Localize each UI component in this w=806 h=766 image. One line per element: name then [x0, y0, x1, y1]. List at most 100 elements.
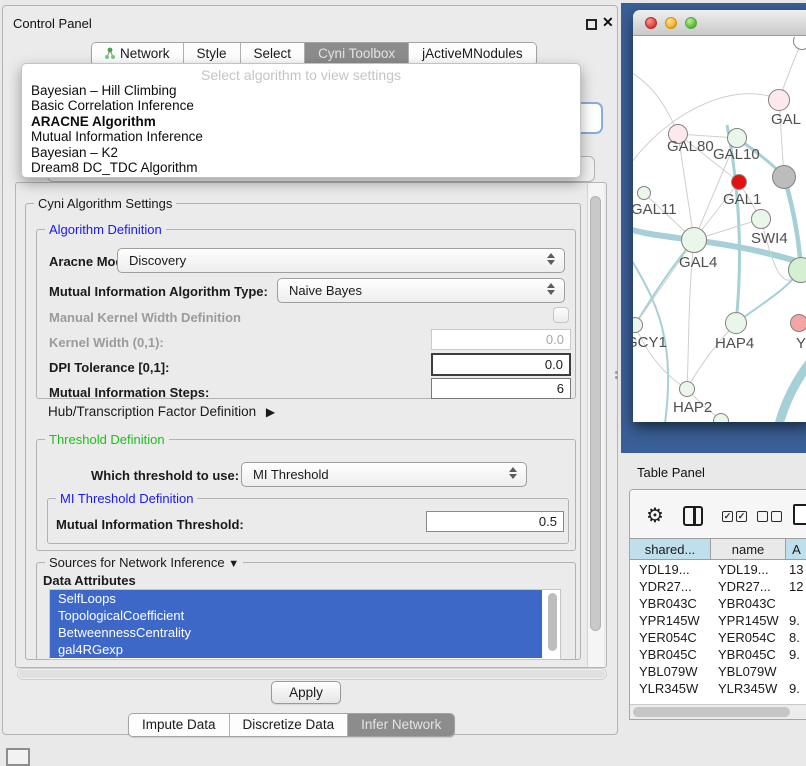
tab-style[interactable]: Style: [184, 43, 241, 65]
table-toolbar: ⚙ ✓✓: [630, 490, 806, 538]
hub-definition-toggle[interactable]: Hub/Transcription Factor Definition ▶: [48, 404, 275, 419]
tab-network[interactable]: Network: [92, 43, 184, 65]
mi-threshold-group: MI Threshold Definition Mutual Informati…: [47, 498, 569, 544]
expanded-arrow-icon: ▼: [228, 558, 239, 570]
network-node-gal11[interactable]: [637, 186, 651, 200]
data-attributes-label: Data Attributes: [43, 573, 136, 588]
tab-select[interactable]: Select: [241, 43, 306, 65]
column-header-cut[interactable]: A: [786, 539, 806, 559]
apply-button[interactable]: Apply: [271, 681, 341, 704]
table-body: YDL19...YDL19...13 YDR27...YDR27...12 YB…: [630, 561, 806, 700]
network-node-gal1-selected[interactable]: [731, 174, 747, 190]
table-row[interactable]: YBL079WYBL079W: [630, 663, 806, 680]
tab-infer-network[interactable]: Infer Network: [348, 714, 454, 736]
settings-scrollbar-thumb[interactable]: [590, 196, 601, 631]
zoom-traffic-icon[interactable]: [685, 17, 697, 29]
node-label: GAL: [771, 111, 801, 128]
algorithm-definition-title: Algorithm Definition: [45, 222, 166, 237]
network-node-swi4[interactable]: [751, 209, 771, 229]
mi-type-label: Mutual Information Algorithm Type:: [49, 284, 268, 299]
network-node-salmon[interactable]: [790, 314, 806, 332]
tab-cyni-toolbox[interactable]: Cyni Toolbox: [305, 43, 409, 65]
network-node-bottom[interactable]: [713, 413, 729, 422]
network-node-hap4[interactable]: [725, 312, 747, 334]
network-window: GAL GAL80 GAL10 GAL1 GAL11 SWI4 GAL4 GCY…: [633, 10, 806, 422]
gear-icon[interactable]: ⚙: [646, 503, 664, 528]
kernel-width-label: Kernel Width (0,1):: [49, 335, 164, 350]
column-header-shared[interactable]: shared...: [630, 539, 711, 559]
algorithm-dropdown-popup: Select algorithm to view settings Bayesi…: [21, 63, 581, 178]
tab-jactivemnodules[interactable]: jActiveMNodules: [409, 43, 536, 65]
list-item[interactable]: TopologicalCoefficient: [50, 607, 542, 624]
table-row[interactable]: YBR045CYBR045C9.: [630, 646, 806, 663]
table-row[interactable]: YPR145WYPR145W9.: [630, 612, 806, 629]
network-icon: [105, 47, 116, 60]
panel-resize-grip[interactable]: [615, 371, 619, 380]
kernel-width-field[interactable]: 0.0: [431, 329, 571, 350]
settings-hscrollbar[interactable]: [17, 668, 607, 680]
network-node-gal4[interactable]: [681, 227, 707, 253]
column-header-name[interactable]: name: [711, 539, 786, 559]
minimize-traffic-icon[interactable]: [665, 17, 677, 29]
table-hscrollbar[interactable]: [630, 704, 806, 719]
mi-threshold-label: Mutual Information Threshold:: [56, 517, 244, 532]
network-node-gal10[interactable]: [727, 128, 747, 148]
table-header: shared... name A: [630, 538, 806, 560]
table-row[interactable]: YER054CYER054C8.: [630, 629, 806, 646]
table-row[interactable]: YLR345WYLR345W9.: [630, 680, 806, 697]
close-traffic-icon[interactable]: [645, 17, 657, 29]
network-canvas[interactable]: GAL GAL80 GAL10 GAL1 GAL11 SWI4 GAL4 GCY…: [633, 37, 806, 422]
tab-impute-data[interactable]: Impute Data: [129, 714, 230, 736]
select-all-columns-icon[interactable]: ✓✓: [722, 511, 747, 522]
algorithm-option[interactable]: Basic Correlation Inference: [22, 98, 580, 113]
table-row[interactable]: YDR27...YDR27...12: [630, 578, 806, 595]
sources-title[interactable]: Sources for Network Inference ▼: [45, 555, 243, 570]
list-item[interactable]: gal4RGexp: [50, 641, 542, 658]
float-window-icon[interactable]: [586, 19, 597, 30]
node-label: GAL1: [723, 191, 761, 208]
collapsed-arrow-icon: ▶: [266, 405, 275, 419]
mi-type-combobox[interactable]: Naive Bayes: [277, 278, 565, 303]
table-row[interactable]: YBR043CYBR043C: [630, 595, 806, 612]
which-threshold-combobox[interactable]: MI Threshold: [241, 462, 527, 487]
columns-icon[interactable]: [683, 506, 703, 526]
algorithm-option[interactable]: Dream8 DC_TDC Algorithm: [22, 160, 580, 175]
list-item[interactable]: BetweennessCentrality: [50, 624, 542, 641]
dpi-tolerance-field[interactable]: 0.0: [431, 353, 571, 376]
algorithm-option[interactable]: Mutual Information Inference: [22, 129, 580, 144]
network-window-titlebar[interactable]: [633, 10, 806, 36]
node-label: GCY1: [633, 334, 667, 351]
network-node-hap2[interactable]: [679, 381, 695, 397]
node-label: GAL80: [667, 138, 714, 155]
list-scrollbar-thumb[interactable]: [548, 593, 557, 651]
cyni-algorithm-settings-title: Cyni Algorithm Settings: [34, 196, 176, 211]
control-panel-title: Control Panel: [13, 16, 92, 31]
algorithm-option-selected[interactable]: ARACNE Algorithm: [22, 114, 580, 129]
algorithm-option[interactable]: Bayesian – K2: [22, 145, 580, 160]
tab-discretize-data[interactable]: Discretize Data: [230, 714, 349, 736]
control-panel-window: Control Panel ✕ Network Style Select Cyn…: [2, 5, 618, 735]
table-row[interactable]: YIL052CYIL052C9: [630, 697, 806, 700]
node-label: GAL11: [633, 201, 677, 218]
algorithm-definition-group: Algorithm Definition Aracne Mode: Discov…: [36, 229, 576, 399]
threshold-definition-title: Threshold Definition: [45, 432, 169, 447]
close-icon[interactable]: ✕: [602, 14, 614, 31]
list-item[interactable]: SelfLoops: [50, 590, 542, 607]
aracne-mode-combobox[interactable]: Discovery: [117, 248, 565, 273]
node-label: HAP2: [673, 399, 712, 416]
minimized-panel-icon[interactable]: [6, 748, 30, 766]
network-node-gal-cut[interactable]: [768, 89, 790, 111]
algorithm-option[interactable]: Bayesian – Hill Climbing: [22, 83, 580, 98]
deselect-all-columns-icon[interactable]: [757, 511, 782, 522]
network-node-gray[interactable]: [772, 165, 796, 189]
dpi-tolerance-label: DPI Tolerance [0,1]:: [49, 360, 169, 375]
mi-steps-field[interactable]: 6: [431, 378, 571, 399]
node-label: GAL10: [713, 146, 760, 163]
mi-steps-label: Mutual Information Steps:: [49, 385, 209, 400]
new-table-icon[interactable]: [793, 504, 806, 525]
manual-kernel-label: Manual Kernel Width Definition: [49, 310, 241, 325]
mi-threshold-field[interactable]: 0.5: [426, 511, 564, 532]
table-row[interactable]: YDL19...YDL19...13: [630, 561, 806, 578]
manual-kernel-checkbox[interactable]: [553, 307, 569, 323]
threshold-definition-group: Threshold Definition Which threshold to …: [36, 439, 576, 551]
